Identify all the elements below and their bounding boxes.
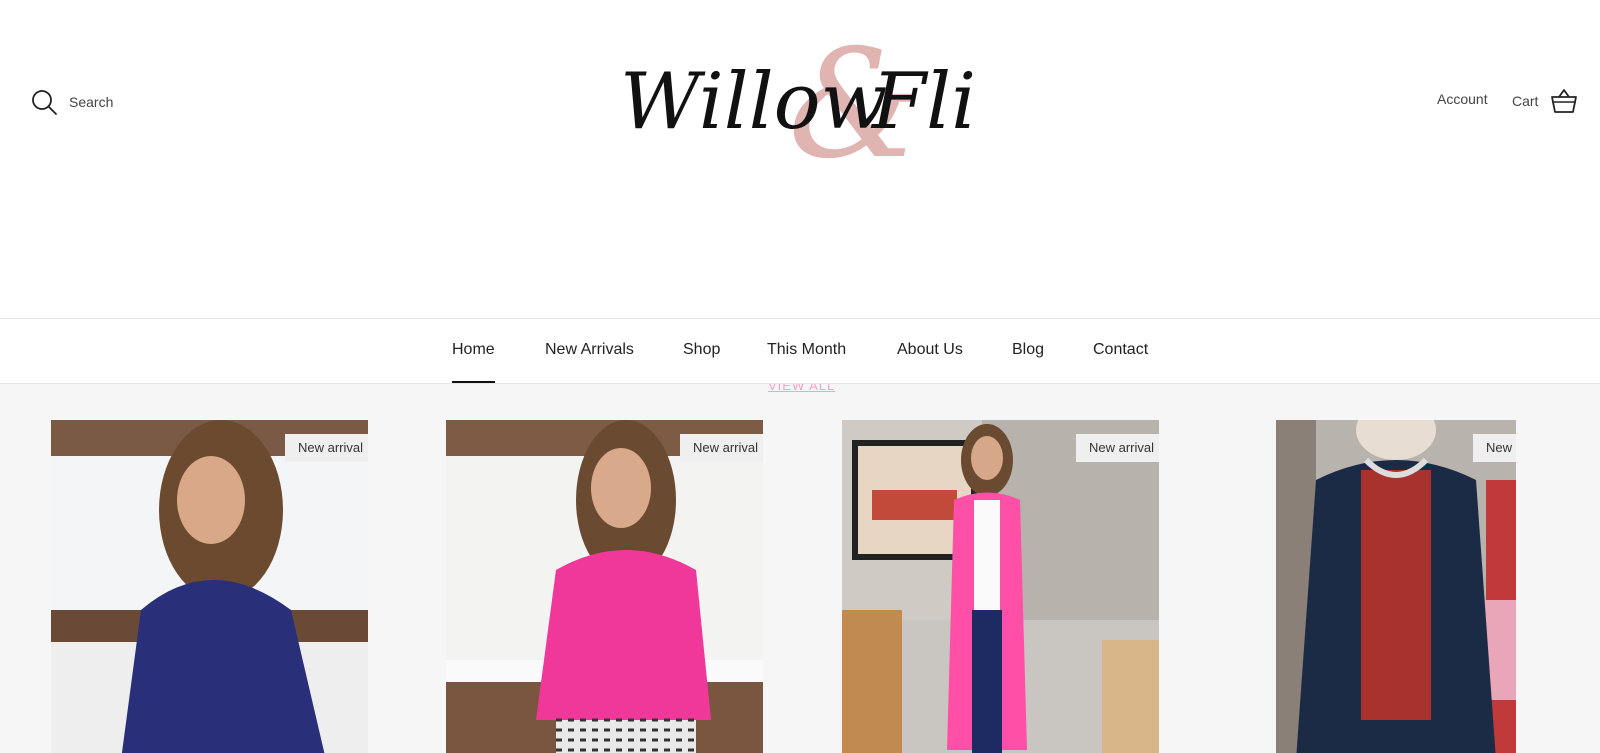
search-button[interactable]: Search bbox=[30, 88, 113, 116]
basket-icon bbox=[1550, 88, 1578, 114]
cart-label: Cart bbox=[1512, 93, 1539, 109]
nav-blog[interactable]: Blog bbox=[1012, 341, 1044, 359]
nav-shop[interactable]: Shop bbox=[683, 341, 720, 359]
product-image bbox=[842, 420, 1159, 753]
new-arrival-badge: New arrival bbox=[284, 434, 368, 462]
nav-this-month[interactable]: This Month bbox=[767, 341, 846, 359]
site-logo[interactable]: & Willow Fli bbox=[620, 8, 980, 192]
product-card[interactable]: New arrival bbox=[842, 420, 1159, 753]
view-all-link[interactable]: VIEW ALL bbox=[768, 384, 835, 393]
new-arrival-badge: New arrival bbox=[679, 434, 763, 462]
product-card[interactable]: New arrival bbox=[1276, 420, 1516, 753]
new-arrival-badge: New arrival bbox=[1075, 434, 1159, 462]
nav-new-arrivals[interactable]: New Arrivals bbox=[545, 341, 634, 359]
product-image bbox=[51, 420, 368, 753]
new-arrival-badge: New arrival bbox=[1472, 434, 1516, 462]
logo-word-left: Willow bbox=[620, 57, 887, 147]
product-card[interactable]: New arrival bbox=[51, 420, 368, 753]
product-image bbox=[446, 420, 763, 753]
site-header: Search & Willow Fli Account Cart bbox=[0, 0, 1600, 318]
search-label: Search bbox=[69, 94, 114, 110]
product-collection: VIEW ALL New arrival New arrival New arr… bbox=[0, 384, 1600, 753]
nav-contact[interactable]: Contact bbox=[1093, 341, 1148, 359]
search-icon bbox=[30, 88, 58, 116]
product-card[interactable]: New arrival bbox=[446, 420, 763, 753]
product-image bbox=[1276, 420, 1516, 753]
nav-about-us[interactable]: About Us bbox=[897, 341, 963, 359]
nav-home[interactable]: Home bbox=[452, 341, 495, 383]
cart-button[interactable]: Cart bbox=[1512, 88, 1578, 114]
garment-shape bbox=[536, 550, 711, 720]
account-link[interactable]: Account bbox=[1437, 91, 1488, 107]
main-navigation: Home New Arrivals Shop This Month About … bbox=[0, 318, 1600, 384]
logo-word-right: Fli bbox=[870, 57, 976, 147]
